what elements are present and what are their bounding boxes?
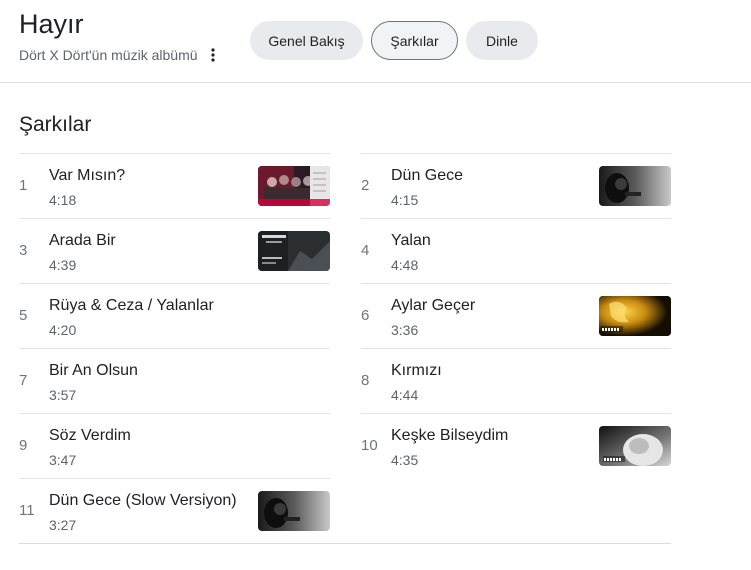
- list-bottom-divider: [19, 543, 671, 544]
- song-row[interactable]: 3 Arada Bir 4:39: [19, 218, 330, 283]
- song-duration: 4:48: [391, 257, 419, 273]
- video-thumbnail[interactable]: [258, 491, 330, 531]
- song-row[interactable]: 4 Yalan 4:48: [361, 218, 671, 283]
- song-row[interactable]: 11 Dün Gece (Slow Versiyon) 3:27: [19, 478, 330, 543]
- song-title: Rüya & Ceza / Yalanlar: [49, 297, 214, 314]
- song-title: Keşke Bilseydim: [391, 427, 509, 444]
- video-thumbnail[interactable]: [599, 296, 671, 336]
- song-duration: 4:20: [49, 322, 77, 338]
- more-options-icon[interactable]: [205, 45, 221, 65]
- album-title: Hayır: [19, 9, 84, 39]
- song-title: Yalan: [391, 232, 431, 249]
- tab-songs[interactable]: Şarkılar: [371, 21, 458, 60]
- video-thumbnail[interactable]: [258, 166, 330, 206]
- song-duration: 3:57: [49, 387, 77, 403]
- song-duration: 4:35: [391, 452, 419, 468]
- track-number: 10: [361, 437, 378, 454]
- song-duration: 4:18: [49, 192, 77, 208]
- song-row[interactable]: 8 Kırmızı 4:44: [361, 348, 671, 413]
- song-row[interactable]: 5 Rüya & Ceza / Yalanlar 4:20: [19, 283, 330, 348]
- song-row[interactable]: 6 Aylar Geçer 3:36: [361, 283, 671, 348]
- song-title: Bir An Olsun: [49, 362, 138, 379]
- track-number: 8: [361, 372, 370, 389]
- song-duration: 3:27: [49, 517, 77, 533]
- song-row[interactable]: 1 Var Mısın? 4:18: [19, 153, 330, 218]
- song-row[interactable]: 10 Keşke Bilseydim 4:35: [361, 413, 671, 478]
- songs-section-title: Şarkılar: [19, 113, 92, 136]
- song-row[interactable]: 2 Dün Gece 4:15: [361, 153, 671, 218]
- song-duration: 3:47: [49, 452, 77, 468]
- song-title: Söz Verdim: [49, 427, 131, 444]
- song-duration: 4:39: [49, 257, 77, 273]
- song-duration: 4:15: [391, 192, 419, 208]
- track-number: 9: [19, 437, 28, 454]
- video-thumbnail[interactable]: [599, 426, 671, 466]
- song-row[interactable]: 7 Bir An Olsun 3:57: [19, 348, 330, 413]
- song-duration: 4:44: [391, 387, 419, 403]
- song-title: Var Mısın?: [49, 167, 126, 184]
- track-number: 5: [19, 307, 28, 324]
- song-title: Dün Gece (Slow Versiyon): [49, 492, 237, 509]
- tab-listen[interactable]: Dinle: [466, 21, 538, 60]
- video-thumbnail[interactable]: [599, 166, 671, 206]
- song-title: Aylar Geçer: [391, 297, 476, 314]
- song-duration: 3:36: [391, 322, 419, 338]
- album-subtitle: Dört X Dört'ün müzik albümü: [19, 47, 198, 63]
- song-title: Arada Bir: [49, 232, 116, 249]
- video-thumbnail[interactable]: [258, 231, 330, 271]
- song-title: Kırmızı: [391, 362, 442, 379]
- song-title: Dün Gece: [391, 167, 464, 184]
- track-number: 6: [361, 307, 370, 324]
- track-number: 2: [361, 177, 370, 194]
- track-number: 3: [19, 242, 28, 259]
- track-number: 7: [19, 372, 28, 389]
- tab-overview[interactable]: Genel Bakış: [250, 21, 363, 60]
- album-header: Hayır Dört X Dört'ün müzik albümü Genel …: [0, 0, 751, 83]
- song-row[interactable]: 9 Söz Verdim 3:47: [19, 413, 330, 478]
- track-number: 1: [19, 177, 28, 194]
- track-number: 4: [361, 242, 370, 259]
- track-number: 11: [19, 502, 35, 519]
